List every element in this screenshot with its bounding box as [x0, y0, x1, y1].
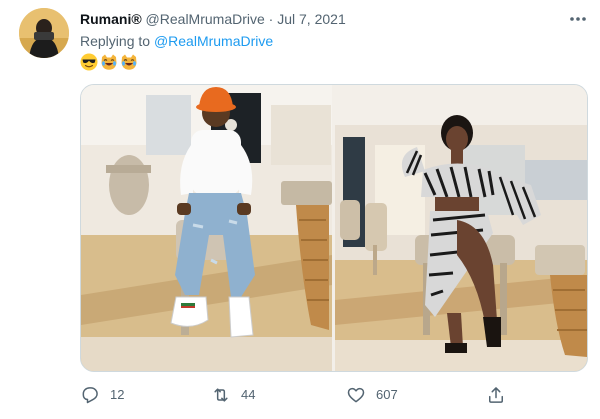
share-button[interactable] [486, 384, 506, 406]
laughing-cat-emoji-icon [120, 53, 138, 71]
photo-man-seated[interactable] [81, 85, 332, 371]
laughing-cat-emoji-icon [100, 53, 118, 71]
tweet-text [80, 53, 138, 71]
user-handle[interactable]: @RealMrumaDrive [146, 11, 265, 27]
tweet-header: Rumani® @RealMrumaDrive · Jul 7, 2021 [80, 10, 346, 28]
sunglasses-emoji-icon [80, 53, 98, 71]
replying-prefix: Replying to [80, 33, 151, 49]
share-icon [486, 385, 506, 405]
timestamp[interactable]: Jul 7, 2021 [277, 11, 346, 27]
retweet-icon [211, 385, 231, 405]
reply-count: 12 [110, 387, 125, 402]
tweet-actions: 12 44 607 [80, 384, 580, 406]
replying-to: Replying to @RealMrumaDrive [80, 32, 273, 50]
display-name[interactable]: Rumani® [80, 11, 142, 27]
retweet-count: 44 [241, 387, 256, 402]
tweet[interactable]: Rumani® @RealMrumaDrive · Jul 7, 2021 Re… [0, 0, 600, 419]
tweet-media[interactable] [80, 84, 588, 372]
separator-dot: · [268, 11, 274, 27]
like-button[interactable]: 607 [346, 384, 398, 406]
replying-to-link[interactable]: @RealMrumaDrive [154, 33, 273, 49]
more-options-icon[interactable] [566, 9, 590, 29]
photo-woman-seated[interactable] [335, 85, 587, 371]
like-count: 607 [376, 387, 398, 402]
reply-button[interactable]: 12 [80, 384, 124, 406]
reply-icon [80, 385, 100, 405]
avatar[interactable] [19, 8, 69, 58]
heart-icon [346, 385, 366, 405]
retweet-button[interactable]: 44 [211, 384, 255, 406]
